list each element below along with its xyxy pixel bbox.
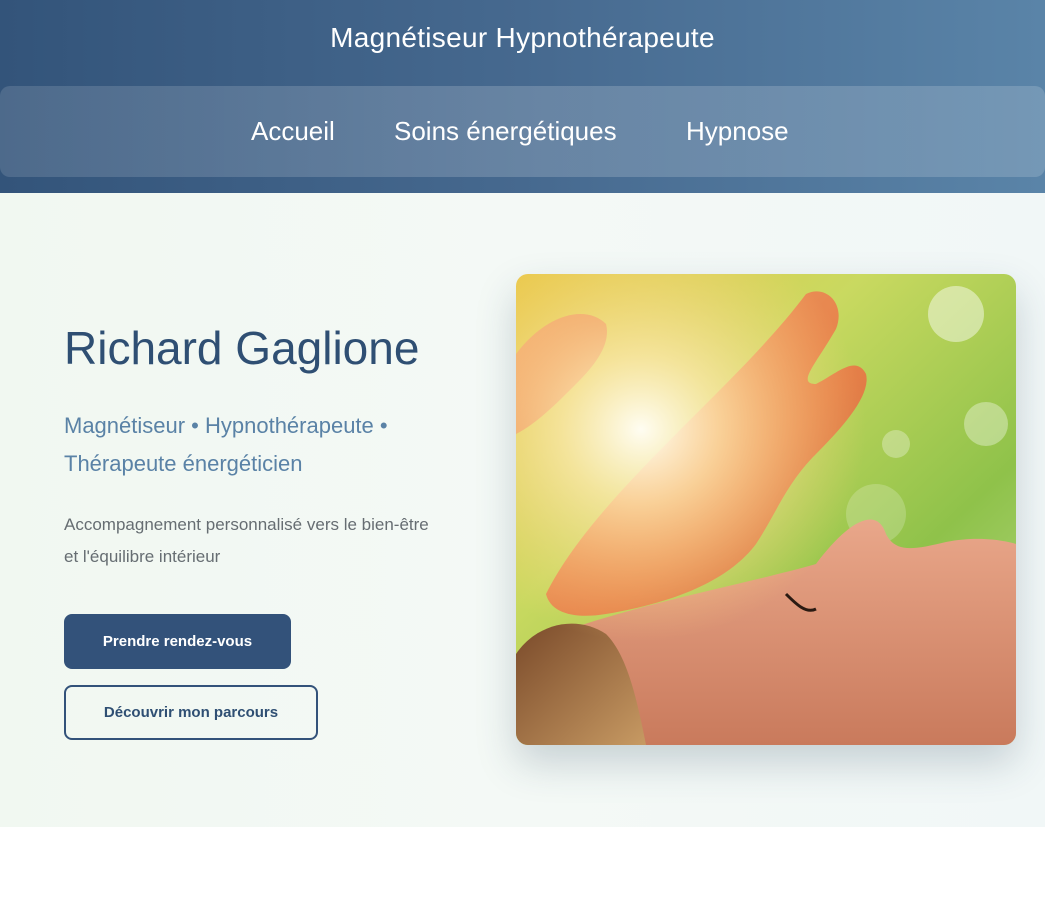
nav-link-accueil[interactable]: Accueil: [251, 116, 335, 147]
site-header: Magnétiseur Hypnothérapeute Accueil Soin…: [0, 0, 1045, 193]
hero-description: Accompagnement personnalisé vers le bien…: [64, 509, 494, 573]
nav-link-hypnose[interactable]: Hypnose: [686, 116, 789, 147]
site-title: Magnétiseur Hypnothérapeute: [330, 22, 715, 53]
hero-roles-line-1: Magnétiseur • Hypnothérapeute •: [64, 413, 388, 438]
hero-roles-line-2: Thérapeute énergéticien: [64, 451, 303, 476]
hero-roles: Magnétiseur • Hypnothérapeute • Thérapeu…: [64, 407, 464, 483]
main-nav: Accueil Soins énergétiques Hypnose: [0, 86, 1045, 177]
hero-description-line-1: Accompagnement personnalisé vers le bien…: [64, 515, 429, 534]
hero-name: Richard Gaglione: [64, 322, 420, 374]
energy-healing-photo: [516, 274, 1016, 745]
book-appointment-button[interactable]: Prendre rendez-vous: [64, 614, 291, 669]
nav-link-soins-energetiques[interactable]: Soins énergétiques: [394, 116, 617, 147]
hero-section: Richard Gaglione Magnétiseur • Hypnothér…: [0, 193, 1045, 827]
hero-description-line-2: et l'équilibre intérieur: [64, 547, 221, 566]
discover-journey-button[interactable]: Découvrir mon parcours: [64, 685, 318, 740]
